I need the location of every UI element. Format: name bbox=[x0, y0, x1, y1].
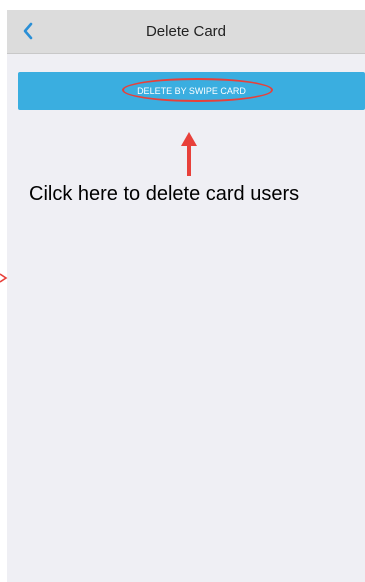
page-title: Delete Card bbox=[145, 23, 227, 40]
highlight-ellipse bbox=[122, 78, 273, 102]
instruction-text: Cilck here to delete card users bbox=[29, 183, 300, 205]
navigation-bar: Delete Card bbox=[7, 10, 365, 54]
delete-by-swipe-card-button[interactable]: DELETE BY SWIPE CARD bbox=[18, 72, 365, 110]
arrow-fragment-icon bbox=[0, 273, 8, 283]
app-screen: Delete Card DELETE BY SWIPE CARD Cilck h… bbox=[7, 10, 365, 582]
arrow-up-icon bbox=[181, 132, 197, 176]
